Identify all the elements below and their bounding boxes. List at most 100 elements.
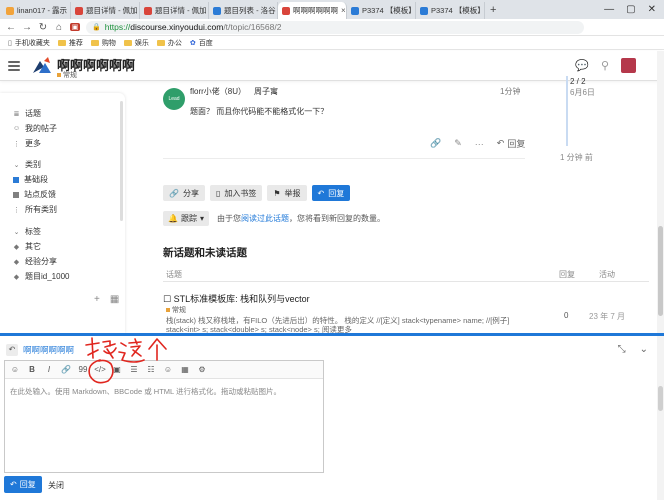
- reply-icon[interactable]: ↶: [6, 344, 18, 356]
- quote-icon[interactable]: 99: [76, 365, 90, 374]
- browser-tab[interactable]: P3374 【模板】×: [347, 2, 416, 19]
- suggested-topic-category[interactable]: 常规: [166, 305, 186, 315]
- plus-icon[interactable]: +: [94, 294, 100, 305]
- bookmark-label: 娱乐: [134, 39, 149, 47]
- tracking-button[interactable]: 🔔 跟踪 ▾: [163, 211, 209, 226]
- image-icon[interactable]: ▣: [110, 365, 124, 374]
- composer-scrollbar[interactable]: [657, 336, 664, 500]
- sidebar-tag-experience[interactable]: ◆ 经验分享: [13, 256, 57, 267]
- composer-close-button[interactable]: 关闭: [48, 480, 64, 491]
- new-tab-button[interactable]: +: [485, 2, 501, 19]
- browser-tab[interactable]: 题目详情 - 佩加×: [140, 2, 209, 19]
- page-scrollbar-thumb[interactable]: [658, 226, 663, 316]
- forward-icon[interactable]: →: [22, 22, 32, 33]
- browser-tab[interactable]: 题目列表 - 洛谷×: [209, 2, 278, 19]
- sidebar-item-more[interactable]: ⋮ 更多: [13, 138, 41, 149]
- sidebar-tag-problem-id[interactable]: ◆ 题目id_1000: [13, 271, 70, 282]
- composer-scrollbar-thumb[interactable]: [658, 386, 663, 411]
- favicon-icon: [213, 6, 221, 15]
- home-icon[interactable]: ⌂: [54, 22, 64, 33]
- code-icon[interactable]: </>: [93, 365, 107, 374]
- italic-icon[interactable]: I: [42, 365, 56, 374]
- emoji-icon[interactable]: ☺: [8, 365, 22, 374]
- chevron-down-icon[interactable]: ⌄: [640, 344, 648, 355]
- caret-down-icon: ▾: [199, 214, 204, 223]
- sidebar-section-categories[interactable]: ⌄ 类别: [13, 159, 41, 170]
- user-avatar[interactable]: [621, 58, 636, 73]
- pencil-icon[interactable]: ✎: [454, 138, 462, 149]
- composer-submit-button[interactable]: ↶ 回复: [4, 476, 42, 493]
- url-protocol: https://: [104, 22, 131, 32]
- bookmark-item[interactable]: 娱乐: [123, 38, 149, 48]
- link-icon[interactable]: 🔗: [59, 365, 73, 374]
- notify-link[interactable]: 阅读过此话题: [241, 214, 289, 223]
- browser-tab[interactable]: 题目详情 - 佩加×: [71, 2, 140, 19]
- bookmark-item[interactable]: 办公: [156, 38, 182, 48]
- gear-icon[interactable]: ⚙: [195, 365, 209, 374]
- bold-icon[interactable]: B: [25, 365, 39, 374]
- post-username[interactable]: florr小佬（8U）: [190, 86, 246, 97]
- composer-editor[interactable]: ☺ B I 🔗 99 </> ▣ ☰ ☷ ☺ ▦ ⚙ 在此处输入。使用 Markdown、BBCode…: [4, 360, 324, 473]
- bookmark-item[interactable]: ▯ 手机收藏夹: [8, 38, 50, 48]
- timeline-bottom-date[interactable]: 1 分钟 前: [560, 152, 593, 163]
- composer-topic-title[interactable]: 啊啊啊啊啊啊: [23, 344, 74, 356]
- suggested-topic-activity[interactable]: 23 年 7 月: [589, 311, 625, 322]
- ellipsis-icon[interactable]: ···: [475, 139, 484, 149]
- chat-icon[interactable]: 💬: [575, 59, 589, 72]
- topic-category[interactable]: 常规: [57, 70, 77, 80]
- calendar-icon[interactable]: ▦: [178, 365, 192, 374]
- category-label: 常规: [63, 72, 77, 79]
- collapse-icon[interactable]: ⤡: [618, 344, 626, 355]
- bookmark-button[interactable]: ▯ 加入书签: [209, 185, 263, 201]
- timeline-track[interactable]: [566, 76, 568, 146]
- post-author[interactable]: florr小佬（8U） 周子寓: [190, 86, 278, 97]
- browser-tab[interactable]: 啊啊啊啊啊啊 ×: [278, 2, 347, 19]
- numbered-list-icon[interactable]: ☷: [144, 365, 158, 374]
- extension-icon[interactable]: ▣: [70, 23, 80, 31]
- search-icon[interactable]: ⚲: [601, 59, 609, 72]
- sidebar-category-all[interactable]: ⋮ 所有类别: [13, 204, 57, 215]
- page-scrollbar[interactable]: [657, 51, 664, 333]
- bookmark-item[interactable]: 推荐: [57, 38, 83, 48]
- flag-button[interactable]: ⚑ 举报: [267, 185, 307, 201]
- sidebar-item-topics[interactable]: ≣ 话题: [13, 108, 41, 119]
- link-icon[interactable]: 🔗: [430, 138, 441, 149]
- suggested-topic-title[interactable]: ☐ STL标准模板库: 栈和队列与vector: [163, 292, 310, 305]
- grid-icon[interactable]: ▦: [110, 294, 119, 305]
- smiley-icon[interactable]: ☺: [161, 365, 175, 374]
- sidebar-category-feedback[interactable]: 站点反馈: [13, 189, 56, 200]
- hamburger-icon[interactable]: [8, 61, 20, 71]
- reload-icon[interactable]: ↻: [38, 22, 48, 33]
- sidebar-category-basics[interactable]: 基础段: [13, 174, 48, 185]
- maximize-icon[interactable]: ▢: [626, 4, 635, 15]
- browser-tab-label: 题目列表 - 洛谷: [224, 6, 276, 15]
- topic-reply-button[interactable]: ↶ 回复: [311, 185, 351, 201]
- bullet-list-icon[interactable]: ☰: [127, 365, 141, 374]
- close-icon[interactable]: ×: [341, 6, 346, 15]
- col-activity: 活动: [599, 270, 615, 279]
- bookmark-item[interactable]: 购物: [90, 38, 116, 48]
- sidebar-scrollbar[interactable]: [120, 101, 123, 221]
- minimize-icon[interactable]: —: [604, 4, 614, 15]
- col-replies: 回复: [559, 270, 575, 279]
- back-icon[interactable]: ←: [6, 22, 16, 33]
- close-window-icon[interactable]: ✕: [648, 4, 656, 15]
- bookmark-item[interactable]: ✿ 百度: [190, 38, 213, 48]
- sidebar-section-tags[interactable]: ⌄ 标签: [13, 226, 41, 237]
- post-avatar[interactable]: Lead: [163, 88, 185, 110]
- browser-tab[interactable]: linan017 - 露示×: [2, 2, 71, 19]
- chevron-down-icon: ⌄: [13, 161, 20, 169]
- site-logo-icon[interactable]: [33, 57, 53, 75]
- post-reply-button[interactable]: ↶ 回复: [497, 137, 526, 150]
- share-button[interactable]: 🔗 分享: [163, 185, 205, 201]
- list-icon: ≣: [13, 110, 20, 118]
- sidebar-item-my-posts[interactable]: ☺ 我的帖子: [13, 123, 57, 134]
- post-time[interactable]: 1分钟: [500, 86, 520, 97]
- bookmark-label: 推荐: [68, 39, 83, 47]
- browser-tab[interactable]: P3374 【模板】×: [416, 2, 485, 19]
- sidebar-tag-other[interactable]: ◆ 其它: [13, 241, 41, 252]
- url-field[interactable]: 🔒 https:// discourse.xinyoudui.com /t/to…: [86, 20, 584, 34]
- suggested-topic-excerpt[interactable]: 栈(stack) 栈又称栈堆，有FILO（先进后出）的特性。 栈的定义 //[定…: [166, 316, 536, 333]
- composer-placeholder[interactable]: 在此处输入。使用 Markdown、BBCode 或 HTML 进行格式化。拖动…: [10, 386, 281, 397]
- bell-icon: 🔔: [168, 214, 178, 223]
